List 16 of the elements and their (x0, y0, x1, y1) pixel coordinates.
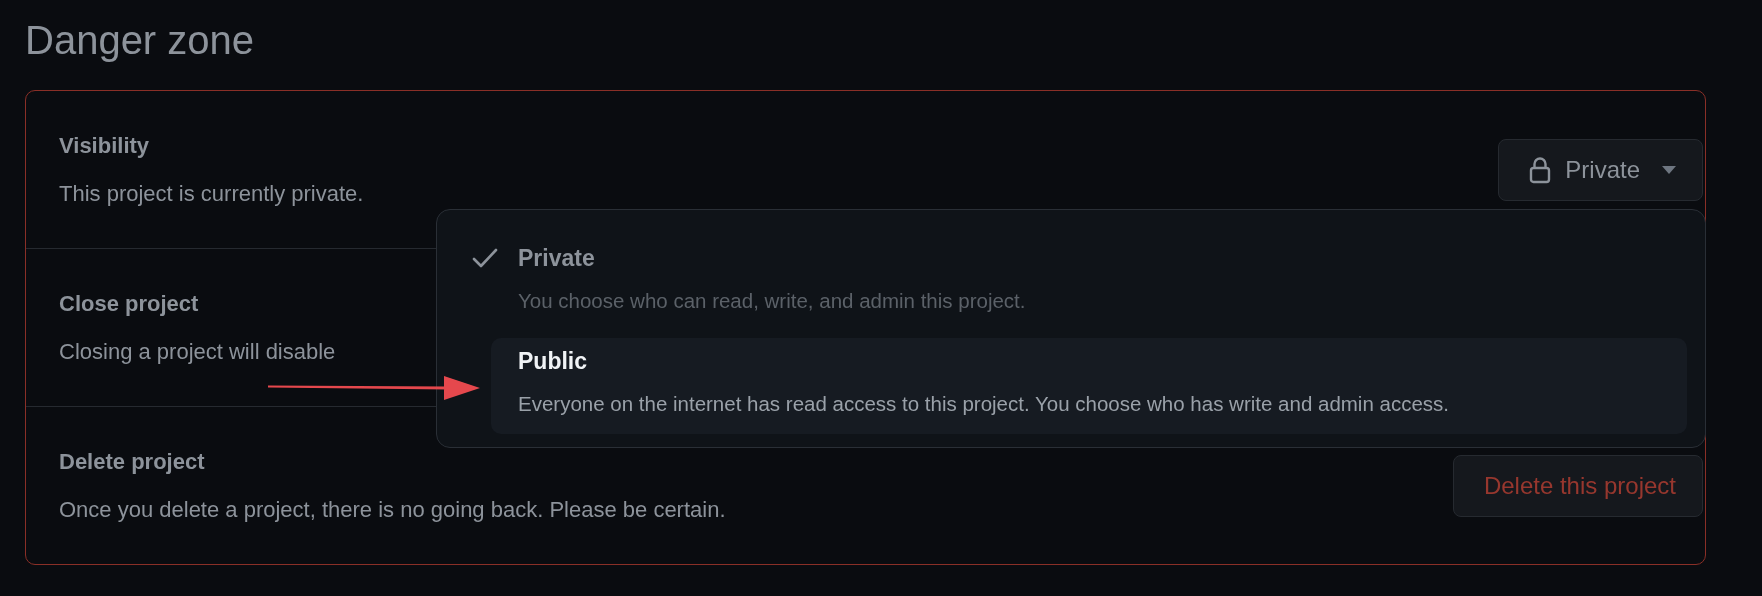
caret-icon (1662, 165, 1676, 174)
menu-option[interactable]: Private You choose who can read, write, and admin this project. (491, 235, 1687, 331)
visibility-dropdown-button[interactable]: Private (1498, 138, 1703, 201)
option-description: You choose who can read, write, and admin this project. (518, 288, 1027, 314)
menu-option[interactable]: Public Everyone on the internet has read access to this project. You choose who has write and admin access. (491, 338, 1687, 434)
section-heading: Danger zone (25, 18, 255, 62)
setting-title: Delete project (59, 447, 206, 476)
option-title: Private (518, 244, 596, 273)
lock-icon (1529, 155, 1552, 184)
setting-description: Once you delete a project, there is no going back. Please be certain. (59, 495, 726, 524)
setting-description: This project is currently private. (59, 179, 364, 208)
setting-title: Close project (59, 289, 200, 318)
option-description: Everyone on the internet has read access to this project. You choose who has write and admin access. (518, 391, 1451, 417)
setting-title: Visibility (59, 131, 151, 160)
setting-description: Closing a project will disable (59, 337, 336, 366)
option-title: Public (518, 347, 588, 376)
